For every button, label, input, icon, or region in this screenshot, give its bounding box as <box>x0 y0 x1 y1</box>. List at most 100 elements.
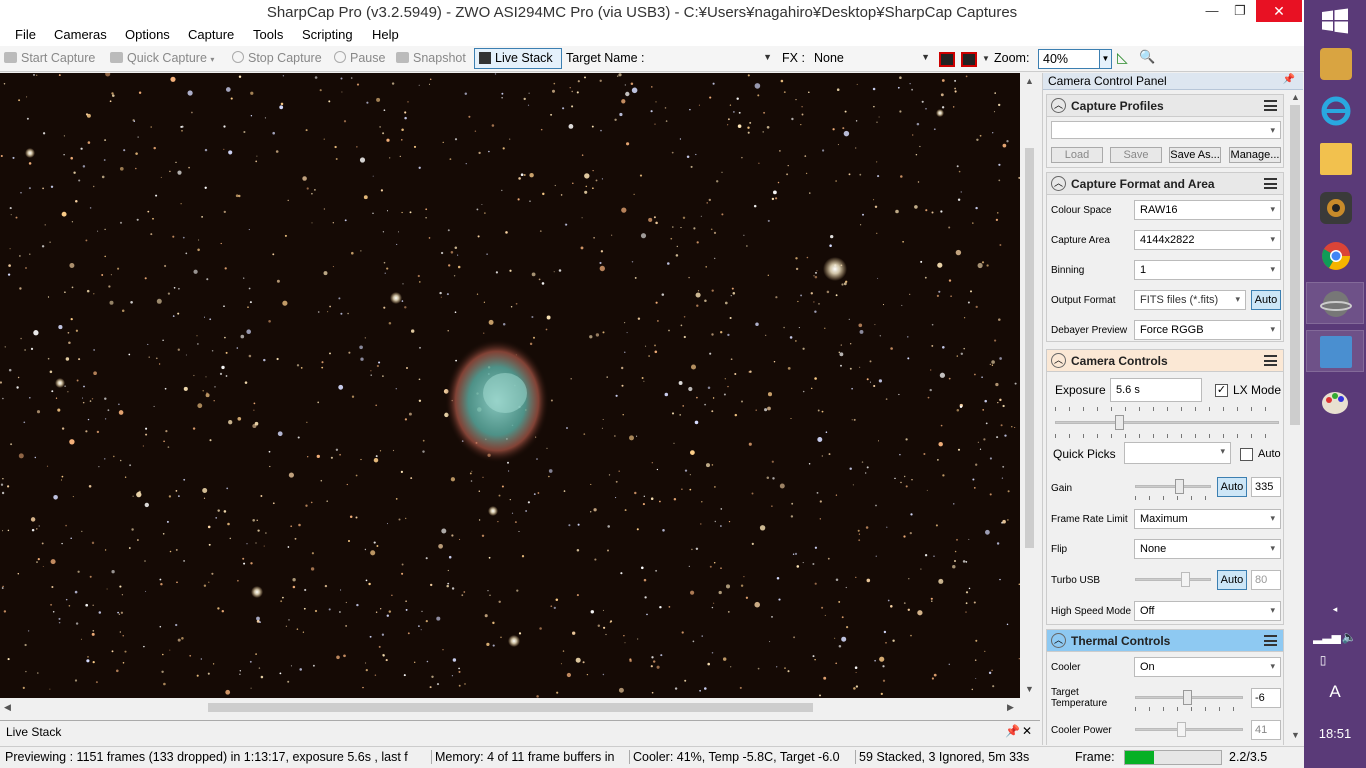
scroll-right-icon[interactable]: ▶ <box>1007 702 1014 713</box>
chevron-up-icon[interactable]: ︿ <box>1051 633 1066 648</box>
gain-auto-button[interactable]: Auto <box>1217 477 1247 497</box>
internet-explorer-icon[interactable] <box>1320 95 1352 127</box>
reticle-icon[interactable] <box>961 52 977 67</box>
save-as-button[interactable]: Save As... <box>1169 147 1221 163</box>
chrome-icon[interactable] <box>1320 240 1352 272</box>
scrollbar-thumb[interactable] <box>1025 148 1034 548</box>
scroll-down-icon[interactable]: ▼ <box>1025 684 1034 694</box>
scroll-down-icon[interactable]: ▼ <box>1291 730 1300 740</box>
menu-help[interactable]: Help <box>372 27 399 42</box>
image-horizontal-scrollbar[interactable]: ◀ ▶ <box>0 699 1021 716</box>
turbo-usb-input[interactable]: 80 <box>1251 570 1281 590</box>
menu-capture[interactable]: Capture <box>188 27 234 42</box>
close-button[interactable]: ✕ <box>1256 0 1302 22</box>
capture-area-dropdown[interactable]: 4144x2822 ▾ <box>1134 230 1281 250</box>
target-temperature-slider[interactable] <box>1135 688 1243 708</box>
load-button[interactable]: Load <box>1051 147 1103 163</box>
close-icon[interactable]: ✕ <box>1022 724 1032 738</box>
camera-controls-header[interactable]: ︿ Camera Controls <box>1047 350 1283 372</box>
chevron-up-icon[interactable]: ︿ <box>1051 176 1066 191</box>
paint-icon[interactable] <box>1320 386 1352 418</box>
fx-dropdown[interactable]: None ▼ <box>812 50 934 68</box>
cooler-dropdown[interactable]: On ▾ <box>1134 657 1281 677</box>
panel-scrollbar[interactable]: ▲ ▼ <box>1288 90 1302 745</box>
scroll-up-icon[interactable]: ▲ <box>1025 76 1034 86</box>
maximize-button[interactable]: ❐ <box>1226 0 1254 22</box>
snapshot-button[interactable]: Snapshot <box>396 51 466 65</box>
menu-file[interactable]: File <box>15 27 36 42</box>
flip-dropdown[interactable]: None ▾ <box>1134 539 1281 559</box>
binning-dropdown[interactable]: 1 ▾ <box>1134 260 1281 280</box>
slider-knob[interactable] <box>1175 479 1184 494</box>
menu-icon[interactable] <box>1264 355 1277 366</box>
record-icon[interactable] <box>939 52 955 67</box>
target-temperature-input[interactable]: -6 <box>1251 688 1281 708</box>
high-speed-dropdown[interactable]: Off ▾ <box>1134 601 1281 621</box>
pause-button[interactable]: Pause <box>334 51 385 65</box>
app-icon[interactable] <box>1320 48 1352 80</box>
scrollbar-thumb[interactable] <box>1290 105 1300 425</box>
image-viewer[interactable] <box>0 73 1020 698</box>
scrollbar-thumb[interactable] <box>208 703 813 712</box>
colour-space-label: Colour Space <box>1051 205 1112 216</box>
menu-icon[interactable] <box>1264 178 1277 189</box>
windows-logo-icon[interactable] <box>1322 8 1348 34</box>
scroll-left-icon[interactable]: ◀ <box>4 702 11 713</box>
menu-options[interactable]: Options <box>125 27 170 42</box>
live-stack-button[interactable]: Live Stack <box>474 48 562 69</box>
chevron-up-icon[interactable]: ︿ <box>1051 353 1066 368</box>
ime-indicator[interactable]: A <box>1304 682 1366 702</box>
minimize-button[interactable]: — <box>1198 0 1226 22</box>
image-vertical-scrollbar[interactable]: ▲ ▼ <box>1021 73 1038 698</box>
histogram-icon[interactable]: ◺ <box>1117 49 1128 66</box>
volume-icon[interactable]: 🔈 <box>1318 630 1366 644</box>
menu-icon[interactable] <box>1264 635 1277 646</box>
thermal-controls-header[interactable]: ︿ Thermal Controls <box>1047 630 1283 652</box>
zoom-magnifier-icon[interactable]: 🔍 <box>1139 49 1155 65</box>
capture-profiles-header[interactable]: ︿ Capture Profiles <box>1047 95 1283 117</box>
gain-input[interactable]: 335 <box>1251 477 1281 497</box>
zoom-dropdown[interactable]: 40% ▼ <box>1038 49 1112 69</box>
pin-icon[interactable]: 📌 <box>1283 74 1295 85</box>
chevron-down-icon: ▾ <box>1270 324 1275 334</box>
menu-tools[interactable]: Tools <box>253 27 283 42</box>
exposure-input[interactable]: 5.6 s <box>1110 378 1202 402</box>
menu-icon[interactable] <box>1264 100 1277 111</box>
chevron-up-icon[interactable]: ︿ <box>1051 98 1066 113</box>
gain-slider[interactable] <box>1135 477 1211 497</box>
colour-space-dropdown[interactable]: RAW16 ▾ <box>1134 200 1281 220</box>
scroll-up-icon[interactable]: ▲ <box>1291 92 1300 102</box>
show-hidden-icons[interactable]: ◂ <box>1304 604 1366 615</box>
chevron-down-icon[interactable]: ▼ <box>982 54 990 63</box>
stop-capture-button[interactable]: Stop Capture <box>232 51 322 65</box>
menu-scripting[interactable]: Scripting <box>302 27 353 42</box>
start-capture-button[interactable]: Start Capture <box>4 51 95 65</box>
lx-mode-checkbox[interactable]: ✓ <box>1215 384 1228 397</box>
quick-picks-dropdown[interactable]: ▾ <box>1124 442 1231 464</box>
slider-knob[interactable] <box>1183 690 1192 705</box>
clock[interactable]: 18:51 <box>1304 726 1366 741</box>
debayer-dropdown[interactable]: Force RGGB ▾ <box>1134 320 1281 340</box>
quick-capture-button[interactable]: Quick Capture ▾ <box>110 51 214 65</box>
output-format-dropdown[interactable]: FITS files (*.fits) ▾ <box>1134 290 1246 310</box>
turbo-auto-button[interactable]: Auto <box>1217 570 1247 590</box>
turbo-usb-slider[interactable] <box>1135 570 1211 590</box>
capture-format-header[interactable]: ︿ Capture Format and Area <box>1047 173 1283 195</box>
output-auto-button[interactable]: Auto <box>1251 290 1281 310</box>
slider-knob[interactable] <box>1115 415 1124 430</box>
battery-icon[interactable]: ▯ <box>1292 653 1354 667</box>
exposure-slider[interactable] <box>1055 413 1279 433</box>
file-explorer-icon[interactable] <box>1320 143 1352 175</box>
profile-dropdown[interactable]: ▾ <box>1051 121 1281 139</box>
target-name-dropdown[interactable]: ▼ <box>652 50 776 68</box>
menu-cameras[interactable]: Cameras <box>54 27 107 42</box>
photos-icon[interactable] <box>1320 336 1352 368</box>
save-button[interactable]: Save <box>1110 147 1162 163</box>
slider-knob[interactable] <box>1181 572 1190 587</box>
quick-picks-auto-checkbox[interactable] <box>1240 448 1253 461</box>
manage-button[interactable]: Manage... <box>1229 147 1281 163</box>
speaker-app-icon[interactable] <box>1320 192 1352 224</box>
pin-icon[interactable]: 📌 <box>1005 724 1020 738</box>
frame-rate-dropdown[interactable]: Maximum ▾ <box>1134 509 1281 529</box>
sharpcap-icon[interactable] <box>1320 288 1352 320</box>
